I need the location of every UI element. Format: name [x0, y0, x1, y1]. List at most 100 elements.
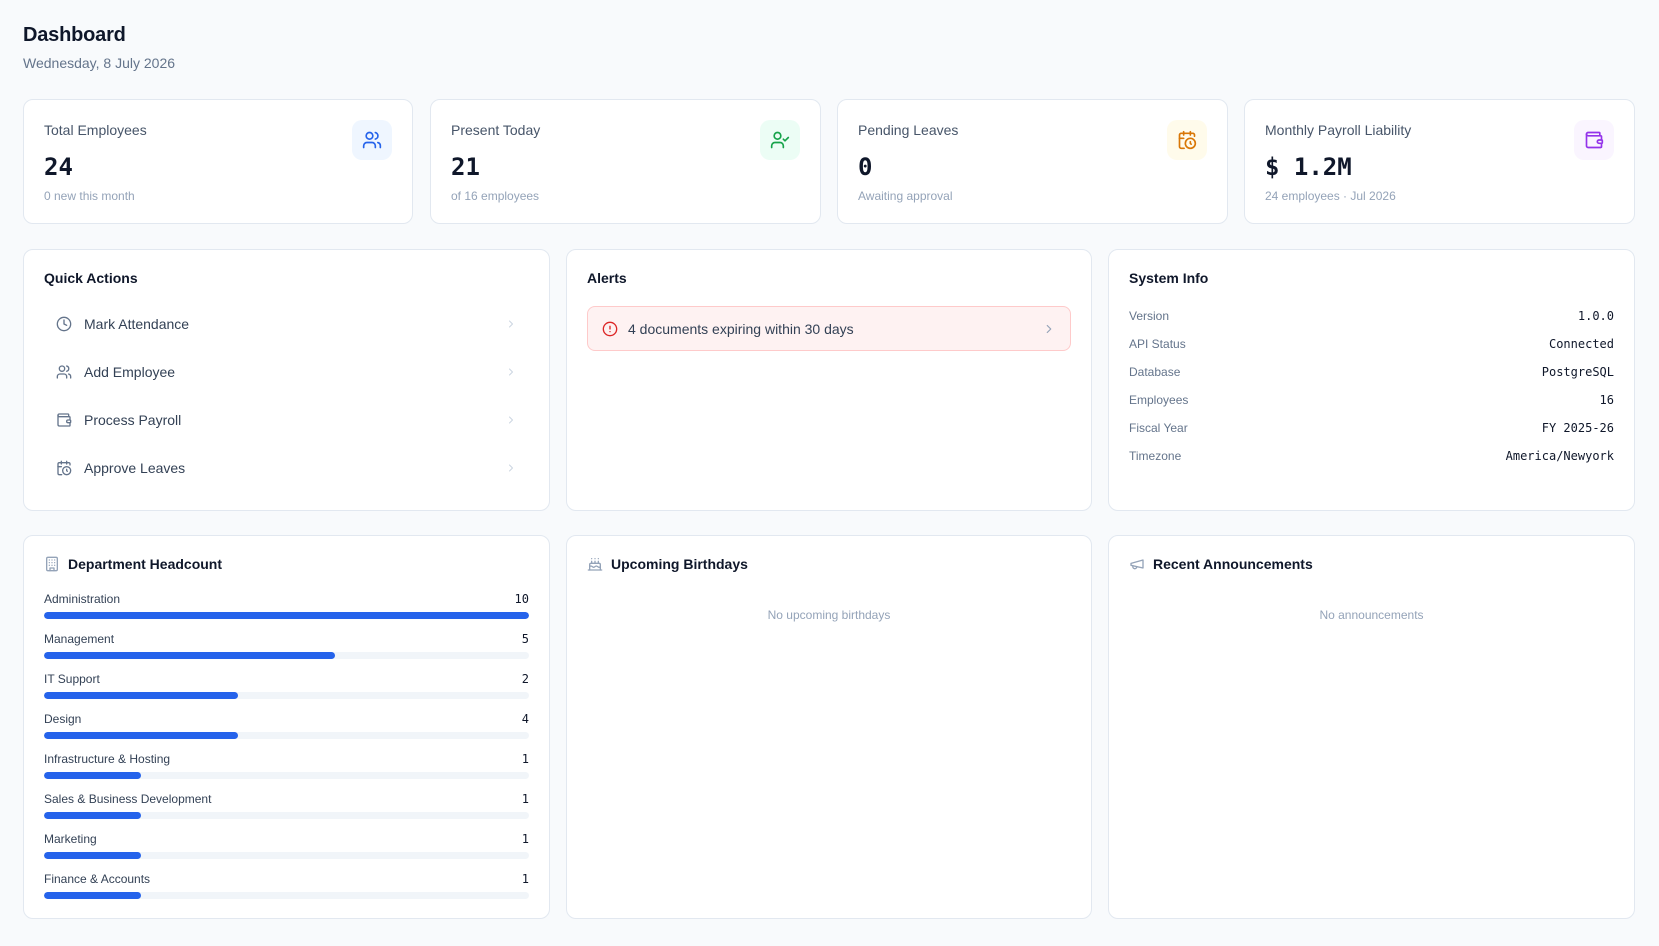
stat-subtext: 24 employees · Jul 2026	[1265, 189, 1396, 203]
stat-card-pending-leaves: Pending Leaves 0 Awaiting approval	[837, 99, 1228, 224]
quick-action-process-payroll[interactable]: Process Payroll	[44, 396, 529, 444]
department-bar-fill	[44, 652, 335, 659]
quick-action-label: Add Employee	[84, 364, 176, 380]
stat-card-monthly-payroll: Monthly Payroll Liability $ 1.2M 24 empl…	[1244, 99, 1635, 224]
department-bar-track	[44, 732, 529, 739]
chevron-right-icon	[505, 462, 517, 474]
dashboard-page: Dashboard Wednesday, 8 July 2026 Total E…	[0, 0, 1659, 946]
quick-action-label: Process Payroll	[84, 412, 182, 428]
department-count: 1	[521, 752, 529, 766]
system-info-value: PostgreSQL	[1541, 365, 1614, 379]
quick-action-label: Approve Leaves	[84, 460, 186, 476]
upcoming-birthdays-card: Upcoming Birthdays No upcoming birthdays	[566, 535, 1092, 919]
empty-state-text: No announcements	[1319, 608, 1424, 622]
system-info-card: System Info Version 1.0.0 API Status Conne…	[1108, 249, 1635, 511]
page-header: Dashboard Wednesday, 8 July 2026	[23, 24, 175, 71]
department-bar-track	[44, 692, 529, 699]
alerts-title: Alerts	[587, 270, 627, 286]
system-info-row: Timezone America/Newyork	[1129, 442, 1614, 470]
department-name: Marketing	[44, 832, 97, 846]
department-count: 1	[521, 872, 529, 886]
department-count: 1	[521, 792, 529, 806]
card-title: Quick Actions	[44, 270, 138, 286]
stat-label: Present Today	[451, 122, 541, 138]
wallet-icon	[56, 412, 72, 428]
quick-actions-card: Quick Actions Mark Attendance Add Employ…	[23, 249, 550, 511]
chevron-right-icon	[505, 366, 517, 378]
department-name: Administration	[44, 592, 121, 606]
megaphone-icon	[1129, 556, 1145, 572]
system-info-key: API Status	[1129, 337, 1186, 351]
stat-label: Pending Leaves	[858, 122, 959, 138]
stat-value: 21	[451, 153, 480, 181]
stat-card-total-employees: Total Employees 24 0 new this month	[23, 99, 413, 224]
alert-text: 4 documents expiring within 30 days	[628, 320, 854, 337]
quick-action-add-employee[interactable]: Add Employee	[44, 348, 529, 396]
department-bar-track	[44, 652, 529, 659]
department-bar-fill	[44, 812, 141, 819]
system-info-key: Timezone	[1129, 449, 1182, 463]
stat-label: Total Employees	[44, 122, 147, 138]
department-name: Infrastructure & Hosting	[44, 752, 171, 766]
department-row: IT Support 2	[44, 670, 529, 710]
system-info-value: 16	[1599, 393, 1614, 407]
stat-value: 24	[44, 153, 73, 181]
department-headcount-card: Department Headcount Administration 10 Ma…	[23, 535, 550, 919]
system-info-row: Employees 16	[1129, 386, 1614, 414]
department-bar-track	[44, 612, 529, 619]
department-bar-fill	[44, 692, 238, 699]
quick-actions-list: Mark Attendance Add Employee Process Pay…	[44, 300, 529, 492]
building-icon	[44, 556, 60, 572]
cake-icon	[587, 556, 603, 572]
system-info-row: Fiscal Year FY 2025-26	[1129, 414, 1614, 442]
quick-action-label: Mark Attendance	[84, 316, 190, 332]
department-row: Sales & Business Development 1	[44, 790, 529, 830]
department-bar-fill	[44, 772, 141, 779]
department-bar-track	[44, 852, 529, 859]
alert-item[interactable]: 4 documents expiring within 30 days	[587, 306, 1071, 351]
wallet-icon	[1574, 120, 1614, 160]
current-date: Wednesday, 8 July 2026	[23, 55, 176, 71]
stat-value: 0	[858, 153, 873, 181]
department-bar-track	[44, 812, 529, 819]
system-info-row: Database PostgreSQL	[1129, 358, 1614, 386]
empty-state-text: No upcoming birthdays	[767, 608, 891, 622]
department-row: Marketing 1	[44, 830, 529, 870]
quick-action-mark-attendance[interactable]: Mark Attendance	[44, 300, 529, 348]
system-info-value: 1.0.0	[1577, 309, 1614, 323]
department-bar-fill	[44, 892, 141, 899]
upcoming-birthdays-title: Upcoming Birthdays	[611, 556, 748, 572]
quick-action-approve-leaves[interactable]: Approve Leaves	[44, 444, 529, 492]
stat-value: $ 1.2M	[1265, 153, 1352, 181]
card-title: Recent Announcements	[1129, 556, 1313, 572]
department-bar-fill	[44, 732, 238, 739]
department-bar-track	[44, 892, 529, 899]
department-bar-fill	[44, 612, 529, 619]
system-info-title: System Info	[1129, 270, 1209, 286]
page-title: Dashboard	[23, 24, 126, 46]
card-title: Alerts	[587, 270, 627, 286]
department-bar-track	[44, 772, 529, 779]
quick-actions-title: Quick Actions	[44, 270, 138, 286]
card-title: System Info	[1129, 270, 1208, 286]
alerts-card: Alerts 4 documents expiring within 30 da…	[566, 249, 1092, 511]
department-count: 5	[521, 632, 529, 646]
department-name: Sales & Business Development	[44, 792, 212, 806]
department-count: 1	[521, 832, 529, 846]
department-bar-fill	[44, 852, 141, 859]
users-icon	[56, 364, 72, 380]
department-count: 2	[521, 672, 529, 686]
system-info-key: Fiscal Year	[1129, 421, 1188, 435]
department-headcount-title: Department Headcount	[68, 556, 223, 572]
system-info-key: Employees	[1129, 393, 1189, 407]
department-name: Finance & Accounts	[44, 872, 151, 886]
alert-circle-icon	[602, 321, 618, 337]
department-name: IT Support	[44, 672, 100, 686]
user-check-icon	[760, 120, 800, 160]
department-row: Design 4	[44, 710, 529, 750]
department-row: Finance & Accounts 1	[44, 870, 529, 910]
system-info-value: Connected	[1548, 337, 1614, 351]
chevron-right-icon	[1042, 322, 1056, 336]
calendar-clock-icon	[1167, 120, 1207, 160]
department-row: Administration 10	[44, 590, 529, 630]
